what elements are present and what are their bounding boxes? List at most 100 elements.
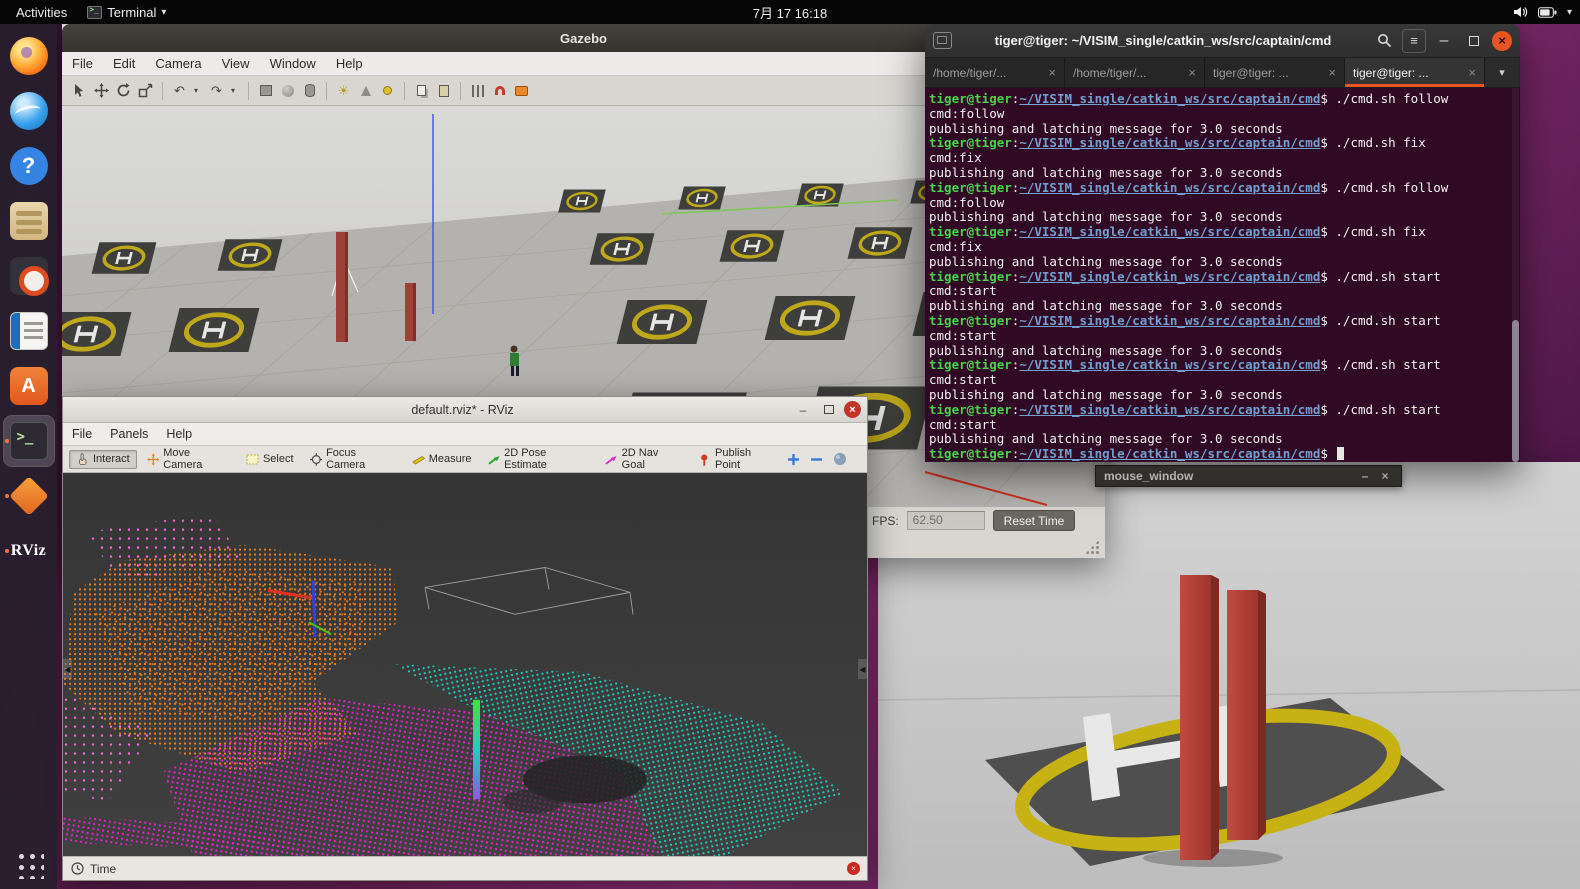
terminal-line: publishing and latching message for 3.0 … bbox=[929, 165, 1516, 180]
dock-item-firefox[interactable] bbox=[4, 31, 54, 81]
focus-camera-tool[interactable]: Focus Camera bbox=[304, 445, 402, 473]
rviz-3d-view[interactable]: ◀ ◀ bbox=[63, 473, 867, 856]
clock[interactable]: 7月 17 16:18 bbox=[753, 3, 827, 22]
view-angle-icon[interactable] bbox=[514, 83, 529, 98]
rviz-menubar: File Panels Help bbox=[63, 423, 867, 445]
rviz-menu-help[interactable]: Help bbox=[157, 427, 201, 441]
nav-goal-tool[interactable]: 2D Nav Goal bbox=[599, 445, 688, 473]
rviz-menu-panels[interactable]: Panels bbox=[101, 427, 157, 441]
remove-tool-icon[interactable] bbox=[810, 453, 823, 466]
rotate-tool-icon[interactable] bbox=[116, 83, 131, 98]
select-tool-icon[interactable] bbox=[72, 83, 87, 98]
reset-time-button[interactable]: Reset Time bbox=[993, 510, 1076, 531]
tab-close-icon[interactable]: × bbox=[1324, 65, 1336, 80]
terminal-tab[interactable]: /home/tiger/...× bbox=[925, 58, 1065, 87]
undo-icon[interactable]: ↶ bbox=[172, 83, 187, 98]
rviz-toolbar: Interact Move Camera Select Focus Camera… bbox=[63, 445, 867, 473]
snap-icon[interactable] bbox=[492, 83, 507, 98]
maximize-button[interactable] bbox=[1462, 29, 1486, 53]
toolbar-separator bbox=[326, 82, 327, 100]
tab-list-chevron-icon[interactable]: ▾ bbox=[1485, 58, 1519, 87]
activities-button[interactable]: Activities bbox=[10, 5, 73, 20]
undo-menu-icon[interactable]: ▾ bbox=[194, 83, 202, 98]
point-pin-icon bbox=[698, 453, 711, 466]
system-status-area[interactable]: ▾ bbox=[1512, 4, 1572, 20]
add-tool-icon[interactable] bbox=[787, 453, 800, 466]
pose-estimate-tool[interactable]: 2D Pose Estimate bbox=[482, 445, 596, 473]
collapse-left-panel-arrow[interactable]: ◀ bbox=[63, 659, 72, 679]
box-shape-icon[interactable] bbox=[258, 83, 273, 98]
terminal-line: tiger@tiger:~/VISIM_single/catkin_ws/src… bbox=[929, 313, 1516, 328]
measure-tool[interactable]: Measure bbox=[406, 451, 478, 468]
redo-menu-icon[interactable]: ▾ bbox=[231, 83, 239, 98]
interact-tool[interactable]: Interact bbox=[69, 450, 137, 469]
publish-point-tool[interactable]: Publish Point bbox=[692, 445, 783, 473]
dock-item-ubuntu-software[interactable] bbox=[4, 361, 54, 411]
collapse-right-panel-arrow[interactable]: ◀ bbox=[858, 659, 867, 679]
dock-item-browser[interactable] bbox=[4, 86, 54, 136]
time-panel-close-button[interactable]: × bbox=[847, 862, 860, 875]
dock-item-libreoffice-writer[interactable] bbox=[4, 306, 54, 356]
copy-icon[interactable] bbox=[414, 83, 429, 98]
tab-close-icon[interactable]: × bbox=[1184, 65, 1196, 80]
dock-item-help[interactable] bbox=[4, 141, 54, 191]
minimize-button[interactable]: – bbox=[1432, 29, 1456, 53]
minimize-button[interactable]: – bbox=[792, 400, 814, 420]
spot-light-icon[interactable] bbox=[358, 83, 373, 98]
select-tool[interactable]: Select bbox=[240, 451, 300, 468]
fps-label: FPS: bbox=[872, 514, 899, 528]
close-button[interactable]: × bbox=[1377, 468, 1393, 484]
mouse-window-titlebar[interactable]: mouse_window – × bbox=[1095, 465, 1402, 487]
gazebo-menu-camera[interactable]: Camera bbox=[145, 56, 211, 71]
scale-tool-icon[interactable] bbox=[138, 83, 153, 98]
directional-light-icon[interactable] bbox=[380, 83, 395, 98]
show-applications-icon[interactable] bbox=[14, 849, 44, 879]
tab-close-icon[interactable]: × bbox=[1464, 65, 1476, 80]
dock-item-terminal[interactable] bbox=[4, 416, 54, 466]
paste-icon[interactable] bbox=[436, 83, 451, 98]
dock-item-gazebo[interactable] bbox=[4, 471, 54, 521]
gnome-top-bar: Activities Terminal ▾ 7月 17 16:18 ▾ bbox=[0, 0, 1580, 24]
hand-icon bbox=[76, 453, 89, 466]
dock-item-media-player[interactable] bbox=[4, 251, 54, 301]
redo-icon[interactable]: ↷ bbox=[209, 83, 224, 98]
move-camera-tool[interactable]: Move Camera bbox=[141, 445, 236, 473]
running-indicator bbox=[5, 439, 9, 443]
tab-close-icon[interactable]: × bbox=[1044, 65, 1056, 80]
terminal-headerbar[interactable]: tiger@tiger: ~/VISIM_single/catkin_ws/sr… bbox=[925, 24, 1520, 58]
firefox-icon bbox=[10, 37, 48, 75]
search-icon[interactable] bbox=[1372, 29, 1396, 53]
terminal-tab[interactable]: tiger@tiger: ...× bbox=[1345, 58, 1485, 87]
dock-item-files[interactable] bbox=[4, 196, 54, 246]
gazebo-menu-file[interactable]: File bbox=[62, 56, 103, 71]
sphere-icon[interactable] bbox=[833, 452, 847, 466]
point-light-icon[interactable]: ☀ bbox=[336, 83, 351, 98]
minimize-button[interactable]: – bbox=[1357, 468, 1373, 484]
resize-grip[interactable] bbox=[1085, 540, 1099, 554]
cylinder-shape-icon[interactable] bbox=[302, 83, 317, 98]
gazebo-menu-window[interactable]: Window bbox=[260, 56, 326, 71]
dock-item-rviz[interactable]: RViz bbox=[4, 526, 54, 576]
terminal-line: tiger@tiger:~/VISIM_single/catkin_ws/src… bbox=[929, 446, 1516, 461]
terminal-tab[interactable]: /home/tiger/...× bbox=[1065, 58, 1205, 87]
close-button[interactable]: × bbox=[844, 401, 861, 418]
maximize-button[interactable] bbox=[818, 400, 840, 420]
terminal-scrollbar[interactable] bbox=[1512, 88, 1519, 462]
terminal-line: cmd:fix bbox=[929, 150, 1516, 165]
app-menu[interactable]: Terminal ▾ bbox=[87, 5, 166, 20]
gazebo-menu-edit[interactable]: Edit bbox=[103, 56, 145, 71]
scrollbar-handle[interactable] bbox=[1512, 320, 1519, 462]
close-button[interactable]: × bbox=[1492, 31, 1512, 51]
sphere-shape-icon[interactable] bbox=[280, 83, 295, 98]
rviz-menu-file[interactable]: File bbox=[63, 427, 101, 441]
translate-tool-icon[interactable] bbox=[94, 83, 109, 98]
gazebo-menu-view[interactable]: View bbox=[212, 56, 260, 71]
align-icon[interactable] bbox=[470, 83, 485, 98]
ruler-icon bbox=[412, 453, 425, 466]
gazebo-menu-help[interactable]: Help bbox=[326, 56, 373, 71]
terminal-tab[interactable]: tiger@tiger: ...× bbox=[1205, 58, 1345, 87]
rviz-titlebar[interactable]: default.rviz* - RViz – × bbox=[63, 397, 867, 423]
hamburger-menu-icon[interactable]: ≡ bbox=[1402, 29, 1426, 53]
terminal-body[interactable]: tiger@tiger:~/VISIM_single/catkin_ws/src… bbox=[925, 88, 1520, 462]
terminal-line: publishing and latching message for 3.0 … bbox=[929, 121, 1516, 136]
